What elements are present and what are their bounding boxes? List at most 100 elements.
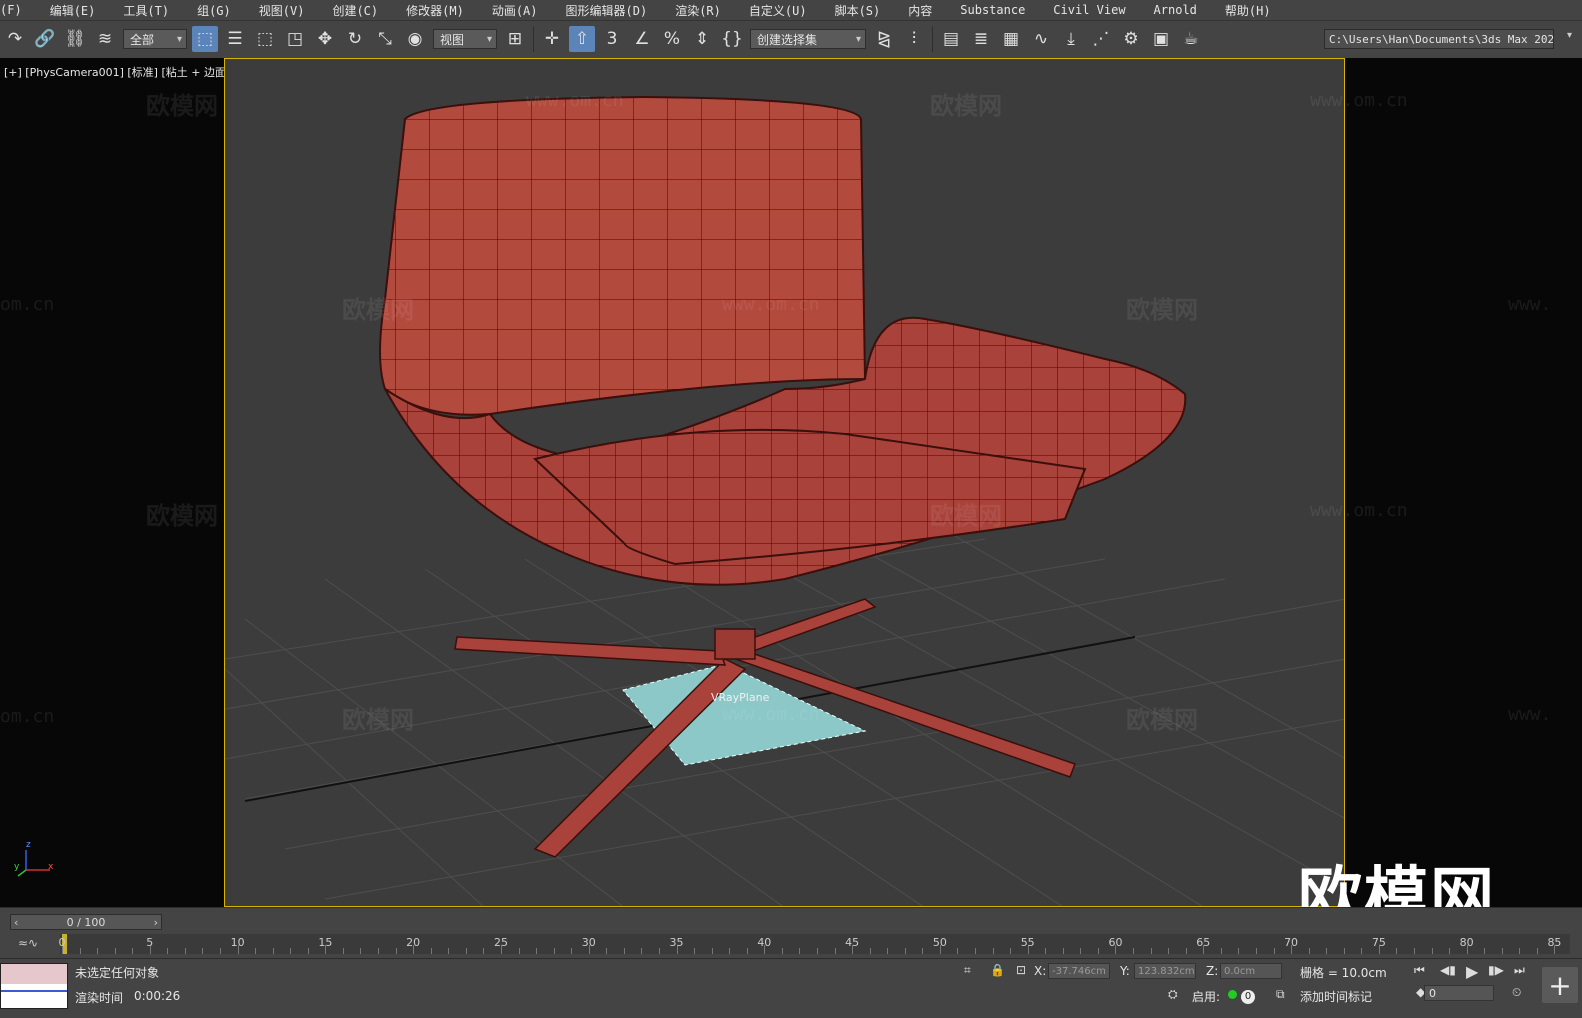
snaps-toggle-icon[interactable]: 3 (599, 26, 625, 52)
ruler-tick (167, 948, 169, 954)
go-to-end-icon[interactable]: ⏭ (1514, 963, 1525, 978)
menu-item[interactable]: 创建(C) (318, 2, 392, 19)
ruler-tick (922, 948, 924, 954)
menu-item[interactable]: 编辑(E) (36, 2, 110, 19)
menu-item[interactable]: 图形编辑器(D) (552, 2, 662, 19)
layer-explorer-icon[interactable]: ≣ (968, 26, 994, 52)
x-label: X: (1034, 964, 1047, 978)
dope-sheet-icon[interactable]: ⤓ (1058, 26, 1084, 52)
menu-item[interactable]: 自定义(U) (735, 2, 821, 19)
menu-item[interactable]: Arnold (1140, 3, 1211, 17)
ruler-tick-label: 85 (1547, 936, 1562, 949)
menu-item[interactable]: 工具(T) (109, 2, 183, 19)
play-icon[interactable]: ▶ (1466, 962, 1478, 981)
ruler-tick (518, 948, 520, 954)
curve-editor-icon[interactable]: ∿ (1028, 26, 1054, 52)
render-setup-icon[interactable]: ⚙ (1118, 26, 1144, 52)
time-configuration-icon[interactable]: ⏲ (1512, 985, 1521, 1000)
path-dropdown-arrow-icon[interactable]: ▾ (1567, 30, 1572, 41)
time-tag-icon[interactable]: ⧉ (1276, 987, 1285, 1002)
select-manipulate-icon[interactable]: ✛ (539, 26, 565, 52)
ruler-tick (1168, 948, 1170, 954)
y-coordinate-field[interactable]: 123.832cm (1134, 963, 1196, 979)
timeline-ruler[interactable]: 0 5 10 15 20 25 30 35 40 45 50 55 60 65 70 75 80 85 (59, 934, 1570, 954)
isolate-selection-icon[interactable]: ⌗ (964, 963, 971, 978)
z-coordinate-field[interactable]: 0.0cm (1220, 963, 1282, 979)
menu-item[interactable]: 帮助(H) (1211, 2, 1285, 19)
go-to-start-icon[interactable]: ⏮ (1414, 963, 1425, 978)
maxscript-listener-swatch[interactable] (0, 963, 68, 1009)
current-frame-field[interactable]: 0 (1424, 985, 1494, 1001)
bind-space-warp-icon[interactable]: ≋ (92, 26, 118, 52)
menu-item[interactable]: 渲染(R) (661, 2, 735, 19)
ruler-tick (465, 948, 467, 954)
selection-filter-dropdown[interactable]: 全部 (123, 29, 187, 49)
pivot-center-icon[interactable]: ⊞ (502, 26, 528, 52)
percent-snap-icon[interactable]: % (659, 26, 685, 52)
add-time-tag[interactable]: 添加时间标记 (1300, 988, 1372, 1005)
rotate-icon[interactable]: ↻ (342, 26, 368, 52)
watermark-text: 欧模网 (1126, 706, 1198, 734)
adaptive-degradation-icon[interactable]: ⛭ (1168, 987, 1178, 1002)
rect-selection-icon[interactable]: ⬚ (252, 26, 278, 52)
render-production-icon[interactable]: ☕ (1178, 26, 1204, 52)
ruler-tick (1361, 948, 1363, 954)
edit-named-selection-icon[interactable]: {} (719, 26, 745, 52)
link-icon[interactable]: 🔗 (32, 26, 58, 52)
unlink-icon[interactable]: ⛓ (62, 26, 88, 52)
ref-coord-dropdown[interactable]: 视图 (433, 29, 497, 49)
ruler-tick (1396, 948, 1398, 954)
project-path-field[interactable]: C:\Users\Han\Documents\3ds Max 2022 (1324, 29, 1554, 49)
spinner-snap-icon[interactable]: ⇕ (689, 26, 715, 52)
x-coordinate-field[interactable]: -37.746cm (1048, 963, 1110, 979)
menu-item[interactable]: 组(G) (183, 2, 245, 19)
menu-item[interactable]: 修改器(M) (392, 2, 478, 19)
place-icon[interactable]: ◉ (402, 26, 428, 52)
scale-icon[interactable]: ⤡ (372, 26, 398, 52)
axis-x-label: x (48, 862, 54, 872)
ruler-tick-label: 75 (1371, 936, 1386, 949)
window-crossing-icon[interactable]: ◳ (282, 26, 308, 52)
ribbon-icon[interactable]: ▦ (998, 26, 1024, 52)
menu-item[interactable]: Civil View (1039, 3, 1139, 17)
ruler-tick (553, 948, 555, 954)
rendered-frame-window-icon[interactable]: ▣ (1148, 26, 1174, 52)
next-frame-button-icon[interactable]: ▮▶ (1488, 963, 1504, 977)
menu-item[interactable]: Substance (946, 3, 1039, 17)
mini-curve-editor-icon[interactable]: ≈∿ (18, 936, 38, 950)
ruler-tick-label: 80 (1459, 936, 1474, 949)
move-icon[interactable]: ✥ (312, 26, 338, 52)
ruler-tick-label: 10 (230, 936, 245, 949)
previous-frame-icon[interactable]: ◀▮ (1440, 963, 1456, 977)
keyboard-shortcut-override-icon[interactable]: ⇧ (569, 26, 595, 52)
grid-size: 栅格 = 10.0cm (1300, 966, 1387, 980)
menu-item[interactable]: 动画(A) (478, 2, 552, 19)
select-object-icon[interactable]: ⬚ (192, 26, 218, 52)
ruler-tick (1343, 948, 1345, 954)
ruler-tick (1010, 948, 1012, 954)
align-icon[interactable]: ⫶ (901, 26, 927, 52)
enable-indicator[interactable]: 0 (1228, 988, 1255, 1004)
redo-icon[interactable]: ↷ (2, 26, 28, 52)
scene-explorer-icon[interactable]: ▤ (938, 26, 964, 52)
mirror-icon[interactable]: ⧎ (871, 26, 897, 52)
time-slider[interactable]: ‹ 0 / 100 › (10, 914, 162, 930)
selection-lock-icon[interactable]: 🔒 (990, 963, 1005, 977)
named-selection-dropdown[interactable]: 创建选择集 (750, 29, 866, 49)
create-icon[interactable]: + (1542, 967, 1578, 1003)
perspective-viewport[interactable]: VRayPlane (224, 58, 1345, 907)
absolute-relative-toggle-icon[interactable]: ⊡ (1016, 963, 1026, 977)
ruler-tick (799, 948, 801, 954)
schematic-view-icon[interactable]: ⋰ (1088, 26, 1114, 52)
ruler-tick (781, 948, 783, 954)
viewport-letterbox-left (0, 58, 224, 907)
viewport-label[interactable]: [+] [PhysCamera001] [标准] [粘土 + 边面] (4, 64, 230, 80)
menu-item[interactable]: (F) (0, 3, 36, 17)
menu-item[interactable]: 视图(V) (245, 2, 319, 19)
menu-item[interactable]: 内容 (894, 2, 946, 19)
next-frame-icon[interactable]: › (154, 916, 158, 929)
angle-snap-icon[interactable]: ∠ (629, 26, 655, 52)
select-by-name-icon[interactable]: ☰ (222, 26, 248, 52)
menu-item[interactable]: 脚本(S) (821, 2, 895, 19)
prev-frame-icon[interactable]: ‹ (14, 916, 18, 929)
